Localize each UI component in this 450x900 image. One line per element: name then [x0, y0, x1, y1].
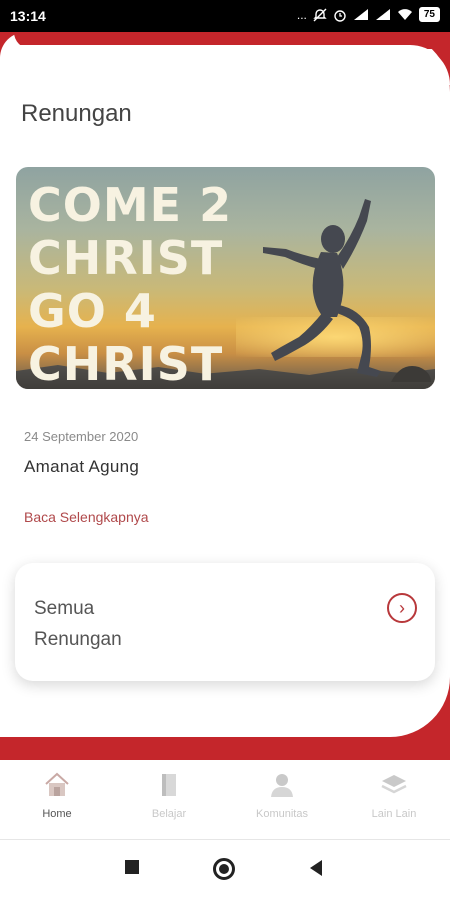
- back-icon[interactable]: [310, 860, 322, 876]
- post-date: 24 September 2020: [24, 429, 139, 444]
- person-icon: [271, 774, 293, 797]
- layers-icon: [381, 775, 407, 794]
- banner-text: COME 2 CHRIST GO 4 CHRIST: [28, 178, 233, 390]
- status-time: 13:14: [10, 8, 46, 24]
- bottom-nav: Home Belajar Komunitas Lain Lain: [0, 760, 450, 840]
- all-devotions-card[interactable]: Semua Renungan ›: [15, 563, 435, 681]
- signal-icon: [353, 9, 368, 20]
- status-icons: ... 75: [297, 7, 440, 22]
- book-icon: [162, 774, 176, 796]
- nav-label-komunitas: Komunitas: [256, 808, 308, 820]
- post-title[interactable]: Amanat Agung: [24, 457, 139, 477]
- mute-icon: [313, 8, 327, 21]
- nav-label-home: Home: [42, 808, 72, 820]
- read-more-link[interactable]: Baca Selengkapnya: [24, 509, 149, 525]
- all-devotions-label: Semua Renungan: [34, 593, 194, 655]
- alarm-icon: [334, 9, 346, 22]
- signal-icon: [375, 9, 390, 20]
- page-title: Renungan: [21, 100, 132, 127]
- content-panel-cap: [0, 45, 450, 85]
- all-devotions-label-line: Renungan: [34, 629, 122, 650]
- jumping-person-silhouette: [263, 199, 431, 382]
- home-button-icon[interactable]: [213, 858, 235, 880]
- battery-level: 75: [418, 7, 440, 22]
- nav-item-komunitas[interactable]: Komunitas: [232, 770, 332, 820]
- nav-item-belajar[interactable]: Belajar: [119, 770, 219, 820]
- nav-label-belajar: Belajar: [151, 808, 187, 820]
- recent-apps-icon[interactable]: [125, 860, 139, 874]
- nav-item-lain-lain[interactable]: Lain Lain: [344, 770, 444, 820]
- wifi-icon: [397, 9, 412, 20]
- all-devotions-label-line: Semua: [34, 598, 95, 619]
- banner-line: CHRIST: [28, 231, 224, 285]
- nav-label-lain-lain: Lain Lain: [371, 808, 417, 820]
- chevron-right-circle-icon[interactable]: ›: [387, 593, 417, 623]
- system-nav-bar: [0, 841, 450, 900]
- home-icon: [45, 772, 69, 796]
- banner-line: COME 2: [28, 178, 233, 232]
- nav-item-home[interactable]: Home: [7, 770, 107, 820]
- banner-line: CHRIST: [28, 337, 224, 390]
- devotion-banner-image[interactable]: COME 2 CHRIST GO 4 CHRIST: [16, 167, 435, 389]
- banner-line: GO 4: [28, 284, 157, 338]
- dots-icon: ...: [296, 7, 307, 22]
- status-bar: 13:14 ... 75: [0, 0, 450, 32]
